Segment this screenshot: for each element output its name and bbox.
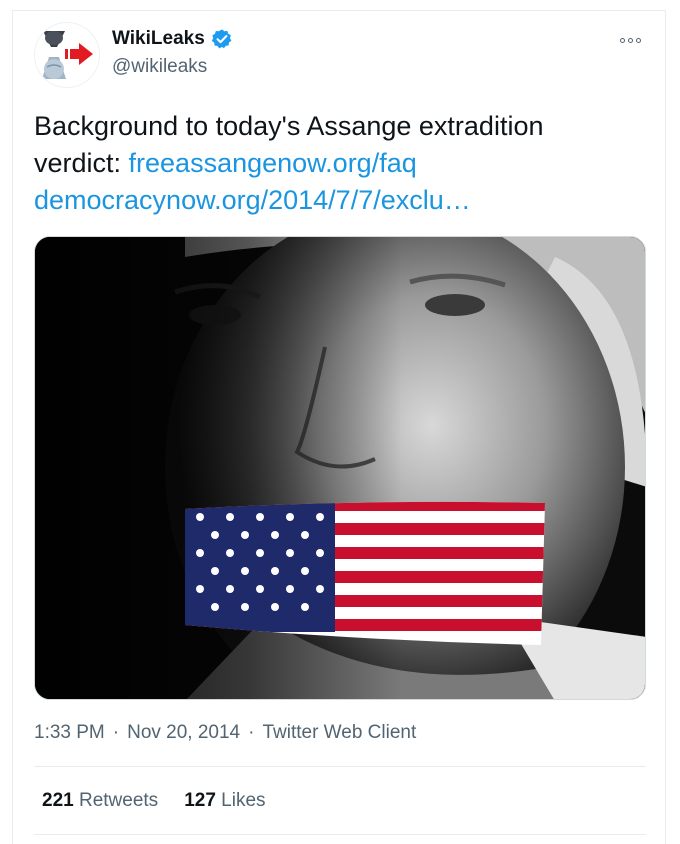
meta-separator: ·: [248, 722, 255, 743]
tweet-metadata: 1:33 PM · Nov 20, 2014 · Twitter Web Cli…: [34, 722, 416, 744]
retweets-count: 221: [42, 790, 74, 811]
wikileaks-logo-icon: [42, 31, 93, 79]
media-portrait-image: [35, 237, 645, 699]
likes-count: 127: [184, 790, 216, 811]
tweet-link-freeassangenow[interactable]: freeassangenow.org/faq: [129, 148, 417, 178]
tweet-stats: 221 Retweets 127 Likes: [42, 790, 266, 812]
verified-badge-icon: [211, 29, 232, 49]
retweets-label: Retweets: [78, 790, 159, 811]
tweet-link-democracynow[interactable]: democracynow.org/2014/7/7/exclu…: [34, 185, 471, 215]
more-dot-icon: [636, 37, 641, 43]
meta-separator: ·: [112, 722, 120, 743]
divider: [34, 766, 646, 767]
more-dot-icon: [620, 37, 625, 43]
tweet-text: Background to today's Assange extraditio…: [34, 108, 634, 219]
more-options-button[interactable]: [620, 30, 646, 50]
likes-stat[interactable]: 127 Likes: [184, 790, 265, 812]
account-name[interactable]: WikiLeaks: [112, 28, 205, 50]
likes-label: Likes: [221, 790, 266, 811]
account-handle[interactable]: @wikileaks: [112, 56, 207, 78]
retweets-stat[interactable]: 221 Retweets: [42, 790, 158, 812]
tweet-date[interactable]: Nov 20, 2014: [127, 722, 240, 744]
divider: [34, 834, 646, 835]
tweet-time[interactable]: 1:33 PM: [34, 722, 105, 744]
account-name-row[interactable]: WikiLeaks: [112, 28, 233, 50]
more-dot-icon: [628, 37, 633, 43]
tweet-media-image[interactable]: [34, 236, 646, 700]
avatar[interactable]: [34, 22, 100, 88]
tweet-client[interactable]: Twitter Web Client: [262, 722, 416, 744]
